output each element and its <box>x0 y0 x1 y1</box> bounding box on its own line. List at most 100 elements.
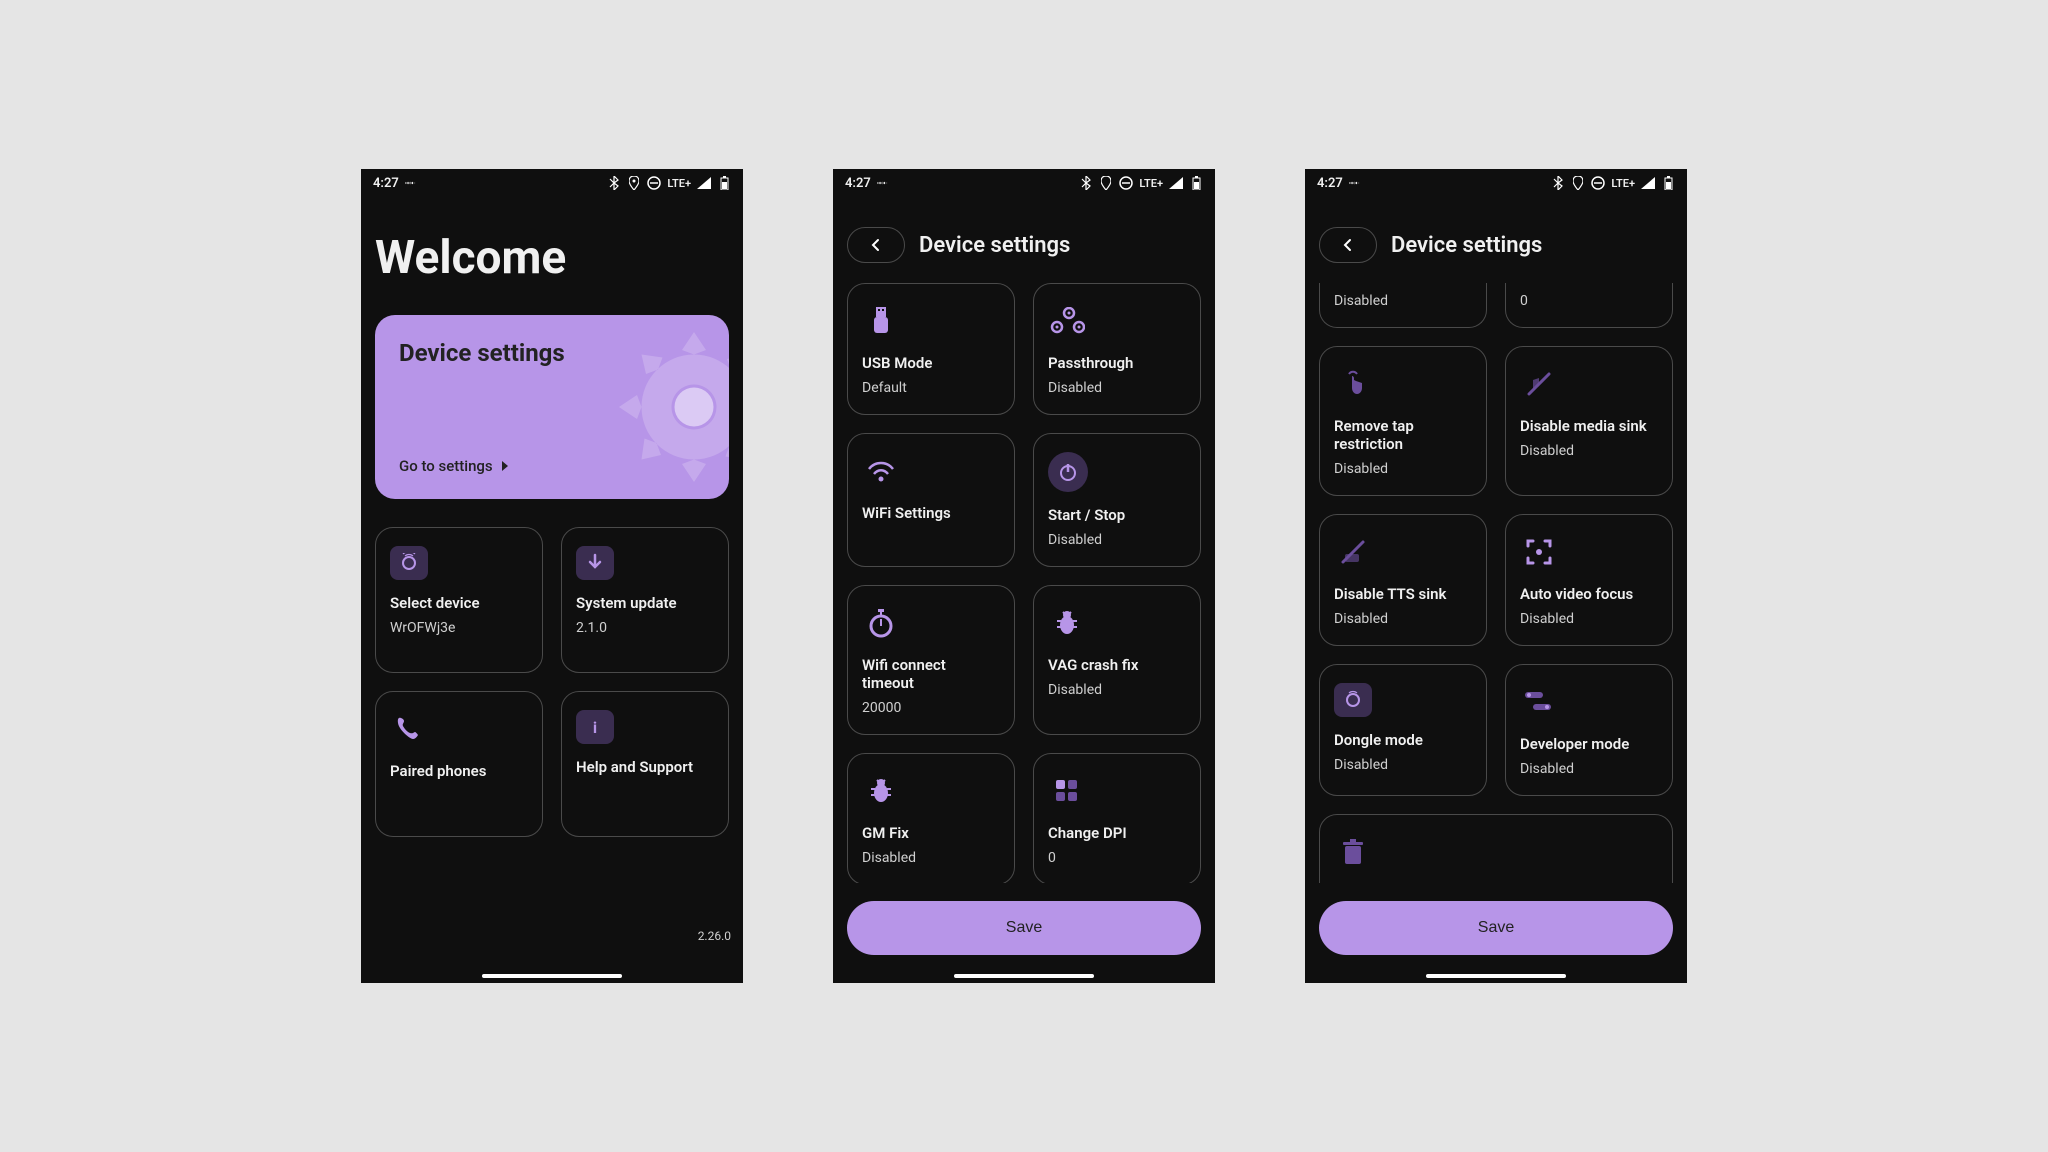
network-label: LTE+ <box>667 177 691 190</box>
network-label: LTE+ <box>1611 177 1635 190</box>
select-device-title: Select device <box>390 594 528 612</box>
page-title: Device settings <box>919 233 1070 258</box>
system-update-value: 2.1.0 <box>576 620 714 636</box>
signal-icon <box>697 176 711 190</box>
bluetooth-icon <box>1551 176 1565 190</box>
focus-icon <box>1520 533 1558 571</box>
developer-mode-card[interactable]: Developer mode Disabled <box>1505 664 1673 796</box>
network-label: LTE+ <box>1139 177 1163 190</box>
partial-value: Disabled <box>1334 293 1472 309</box>
system-update-title: System update <box>576 594 714 612</box>
phone-icon <box>390 710 428 748</box>
page-title: Device settings <box>1391 233 1542 258</box>
usb-icon <box>862 302 900 340</box>
usb-mode-card[interactable]: USB Mode Default <box>847 283 1015 415</box>
status-bar: 4:27 LTE+ <box>833 169 1215 197</box>
wifi-settings-card[interactable]: WiFi Settings <box>847 433 1015 567</box>
dongle-mode-value: Disabled <box>1334 757 1472 773</box>
bluetooth-icon <box>607 176 621 190</box>
phone-welcome: 4:27 LTE+ Welcome Device settings Go to … <box>361 169 743 983</box>
disable-media-value: Disabled <box>1520 443 1658 459</box>
location-icon <box>1099 176 1113 190</box>
location-icon <box>1571 176 1585 190</box>
developer-mode-title: Developer mode <box>1520 735 1658 753</box>
gm-fix-card[interactable]: GM Fix Disabled <box>847 753 1015 883</box>
go-to-settings-link[interactable]: Go to settings <box>399 457 511 475</box>
gm-fix-value: Disabled <box>862 850 1000 866</box>
dnd-icon <box>647 176 661 190</box>
dongle-icon <box>1334 683 1372 717</box>
change-dpi-value: 0 <box>1048 850 1186 866</box>
arrow-right-icon <box>499 460 511 472</box>
save-button[interactable]: Save <box>1319 901 1673 955</box>
system-update-card[interactable]: System update 2.1.0 <box>561 527 729 673</box>
status-icon-group <box>877 176 891 190</box>
device-settings-hero[interactable]: Device settings Go to settings <box>375 315 729 499</box>
tap-icon <box>1334 365 1372 403</box>
partial-card-top-left[interactable]: Disabled <box>1319 283 1487 328</box>
grid-icon <box>1048 772 1086 810</box>
status-icon-group <box>1349 176 1363 190</box>
remove-tap-title: Remove tap restriction <box>1334 417 1472 453</box>
auto-video-title: Auto video focus <box>1520 585 1658 603</box>
auto-video-card[interactable]: Auto video focus Disabled <box>1505 514 1673 646</box>
factory-reset-card[interactable]: Factory reset <box>1319 814 1673 883</box>
remove-tap-card[interactable]: Remove tap restriction Disabled <box>1319 346 1487 496</box>
chevron-left-icon <box>1341 238 1355 252</box>
help-support-card[interactable]: i Help and Support <box>561 691 729 837</box>
dnd-icon <box>1119 176 1133 190</box>
start-stop-card[interactable]: Start / Stop Disabled <box>1033 433 1201 567</box>
wifi-timeout-card[interactable]: Wifi connect timeout 20000 <box>847 585 1015 735</box>
battery-icon <box>1189 176 1203 190</box>
dongle-mode-card[interactable]: Dongle mode Disabled <box>1319 664 1487 796</box>
passthrough-value: Disabled <box>1048 380 1186 396</box>
help-support-title: Help and Support <box>576 758 714 776</box>
timer-icon <box>862 604 900 642</box>
disable-media-title: Disable media sink <box>1520 417 1658 435</box>
partial-value: 0 <box>1520 293 1658 309</box>
developer-mode-value: Disabled <box>1520 761 1658 777</box>
vag-fix-card[interactable]: VAG crash fix Disabled <box>1033 585 1201 735</box>
passthrough-icon <box>1048 302 1086 340</box>
wifi-timeout-title: Wifi connect timeout <box>862 656 1000 692</box>
disable-tts-title: Disable TTS sink <box>1334 585 1472 603</box>
change-dpi-title: Change DPI <box>1048 824 1186 842</box>
start-stop-value: Disabled <box>1048 532 1186 548</box>
home-indicator[interactable] <box>1426 974 1566 978</box>
phone-settings-2: 4:27 LTE+ Device settings Disabled <box>1305 169 1687 983</box>
version-label: 2.26.0 <box>698 929 731 943</box>
auto-video-value: Disabled <box>1520 611 1658 627</box>
save-button[interactable]: Save <box>847 901 1201 955</box>
home-indicator[interactable] <box>954 974 1094 978</box>
phone-settings-1: 4:27 LTE+ Device settings USB Mode Def <box>833 169 1215 983</box>
info-icon: i <box>576 710 614 744</box>
start-stop-title: Start / Stop <box>1048 506 1186 524</box>
back-button[interactable] <box>847 227 905 263</box>
signal-icon <box>1169 176 1183 190</box>
change-dpi-card[interactable]: Change DPI 0 <box>1033 753 1201 883</box>
dongle-mode-title: Dongle mode <box>1334 731 1472 749</box>
vag-fix-value: Disabled <box>1048 682 1186 698</box>
bluetooth-icon <box>1079 176 1093 190</box>
usb-mode-title: USB Mode <box>862 354 1000 372</box>
chevron-left-icon <box>869 238 883 252</box>
status-icon-group <box>405 176 419 190</box>
disable-tts-card[interactable]: Disable TTS sink Disabled <box>1319 514 1487 646</box>
tts-off-icon <box>1334 533 1372 571</box>
battery-icon <box>1661 176 1675 190</box>
toggle-icon <box>1520 683 1558 721</box>
gear-icon <box>619 332 729 482</box>
status-time: 4:27 <box>373 176 399 191</box>
status-bar: 4:27 LTE+ <box>1305 169 1687 197</box>
passthrough-card[interactable]: Passthrough Disabled <box>1033 283 1201 415</box>
select-device-card[interactable]: Select device WrOFWj3e <box>375 527 543 673</box>
paired-phones-card[interactable]: Paired phones <box>375 691 543 837</box>
disable-media-card[interactable]: Disable media sink Disabled <box>1505 346 1673 496</box>
download-icon <box>576 546 614 580</box>
back-button[interactable] <box>1319 227 1377 263</box>
power-icon <box>1048 452 1088 492</box>
dnd-icon <box>1591 176 1605 190</box>
home-indicator[interactable] <box>482 974 622 978</box>
partial-card-top-right[interactable]: 0 <box>1505 283 1673 328</box>
battery-icon <box>717 176 731 190</box>
